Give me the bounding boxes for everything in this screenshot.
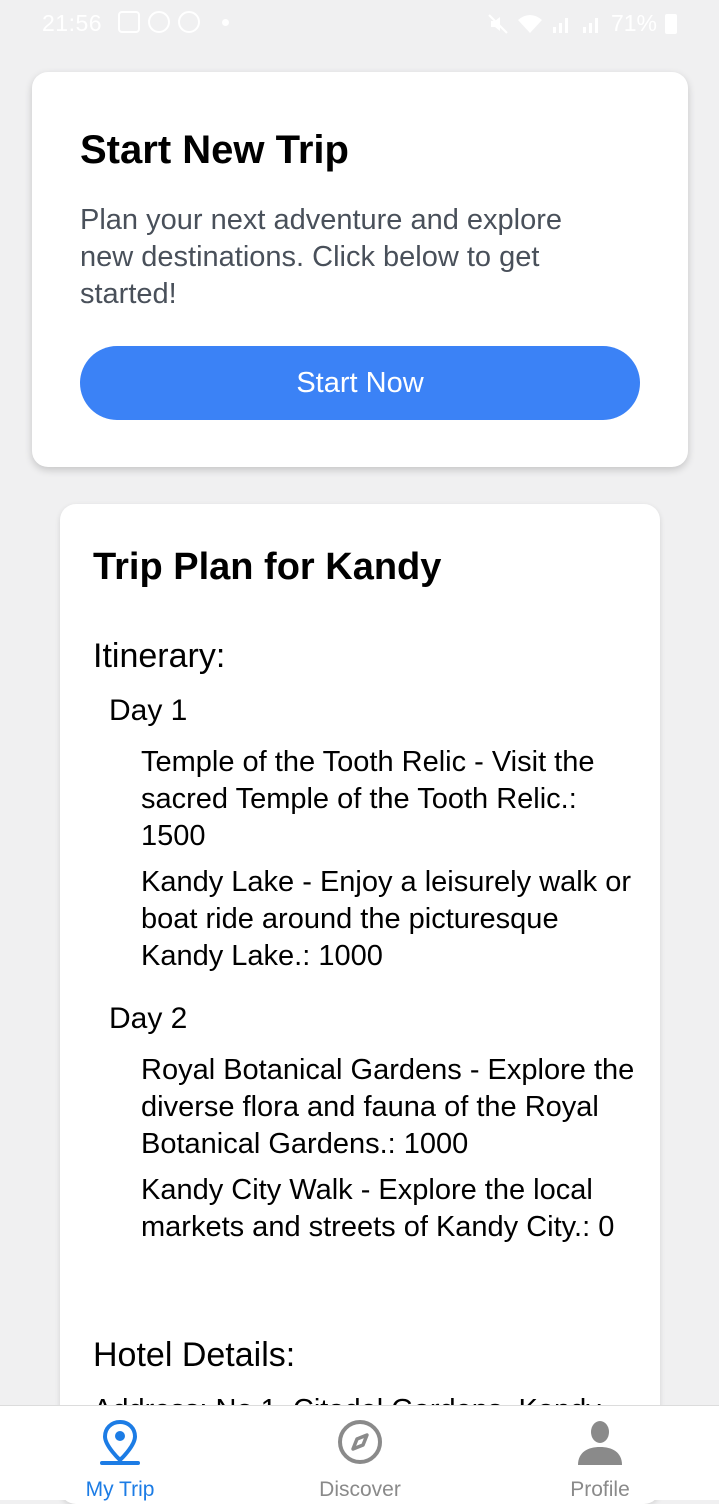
nav-profile[interactable]: Profile — [480, 1406, 719, 1501]
signal-icon — [552, 17, 568, 33]
nav-label: Profile — [570, 1478, 630, 1501]
compass-icon — [338, 1420, 382, 1464]
gallery-icon — [118, 11, 140, 33]
battery-icon — [665, 13, 677, 34]
start-trip-description: Plan your next adventure and explore new… — [80, 204, 563, 310]
wifi-icon — [517, 14, 542, 33]
battery-percentage: 71% — [610, 10, 657, 36]
location-pin-icon — [100, 1419, 140, 1465]
status-bar: 21:56 71% — [0, 0, 719, 48]
nav-label: Discover — [319, 1478, 401, 1501]
notification-icons — [118, 11, 229, 33]
itinerary-activity: Royal Botanical Gardens - Explore the di… — [141, 1054, 635, 1160]
hotel-details-heading: Hotel Details: — [93, 1336, 296, 1374]
start-trip-title: Start New Trip — [80, 128, 349, 172]
trip-plan-title: Trip Plan for Kandy — [93, 546, 442, 588]
nav-label: My Trip — [85, 1478, 155, 1501]
itinerary-activity: Kandy City Walk - Explore the local mark… — [141, 1174, 615, 1243]
trip-plan-card: Trip Plan for Kandy Itinerary: Day 1 Tem… — [60, 504, 660, 1504]
nav-discover[interactable]: Discover — [240, 1406, 480, 1501]
start-now-button[interactable]: Start Now — [80, 346, 640, 420]
system-icons: 71% — [487, 10, 677, 37]
day-label: Day 2 — [109, 1002, 188, 1035]
more-notifications-dot-icon — [222, 18, 229, 26]
signal-icon-2 — [582, 17, 598, 33]
itinerary-activity: Temple of the Tooth Relic - Visit the sa… — [141, 746, 595, 852]
itinerary-activity: Kandy Lake - Enjoy a leisurely walk or b… — [141, 866, 632, 972]
start-new-trip-card: Start New Trip Plan your next adventure … — [32, 72, 688, 467]
itinerary-heading: Itinerary: — [93, 637, 226, 675]
person-icon — [578, 1421, 622, 1465]
app-notification-icon — [148, 11, 170, 33]
whatsapp-icon — [178, 11, 200, 33]
status-time: 21:56 — [42, 10, 103, 36]
day-label: Day 1 — [109, 694, 188, 727]
mute-icon — [488, 13, 508, 34]
nav-my-trip[interactable]: My Trip — [0, 1406, 240, 1501]
bottom-navigation: My Trip Discover Profile — [0, 1405, 719, 1501]
